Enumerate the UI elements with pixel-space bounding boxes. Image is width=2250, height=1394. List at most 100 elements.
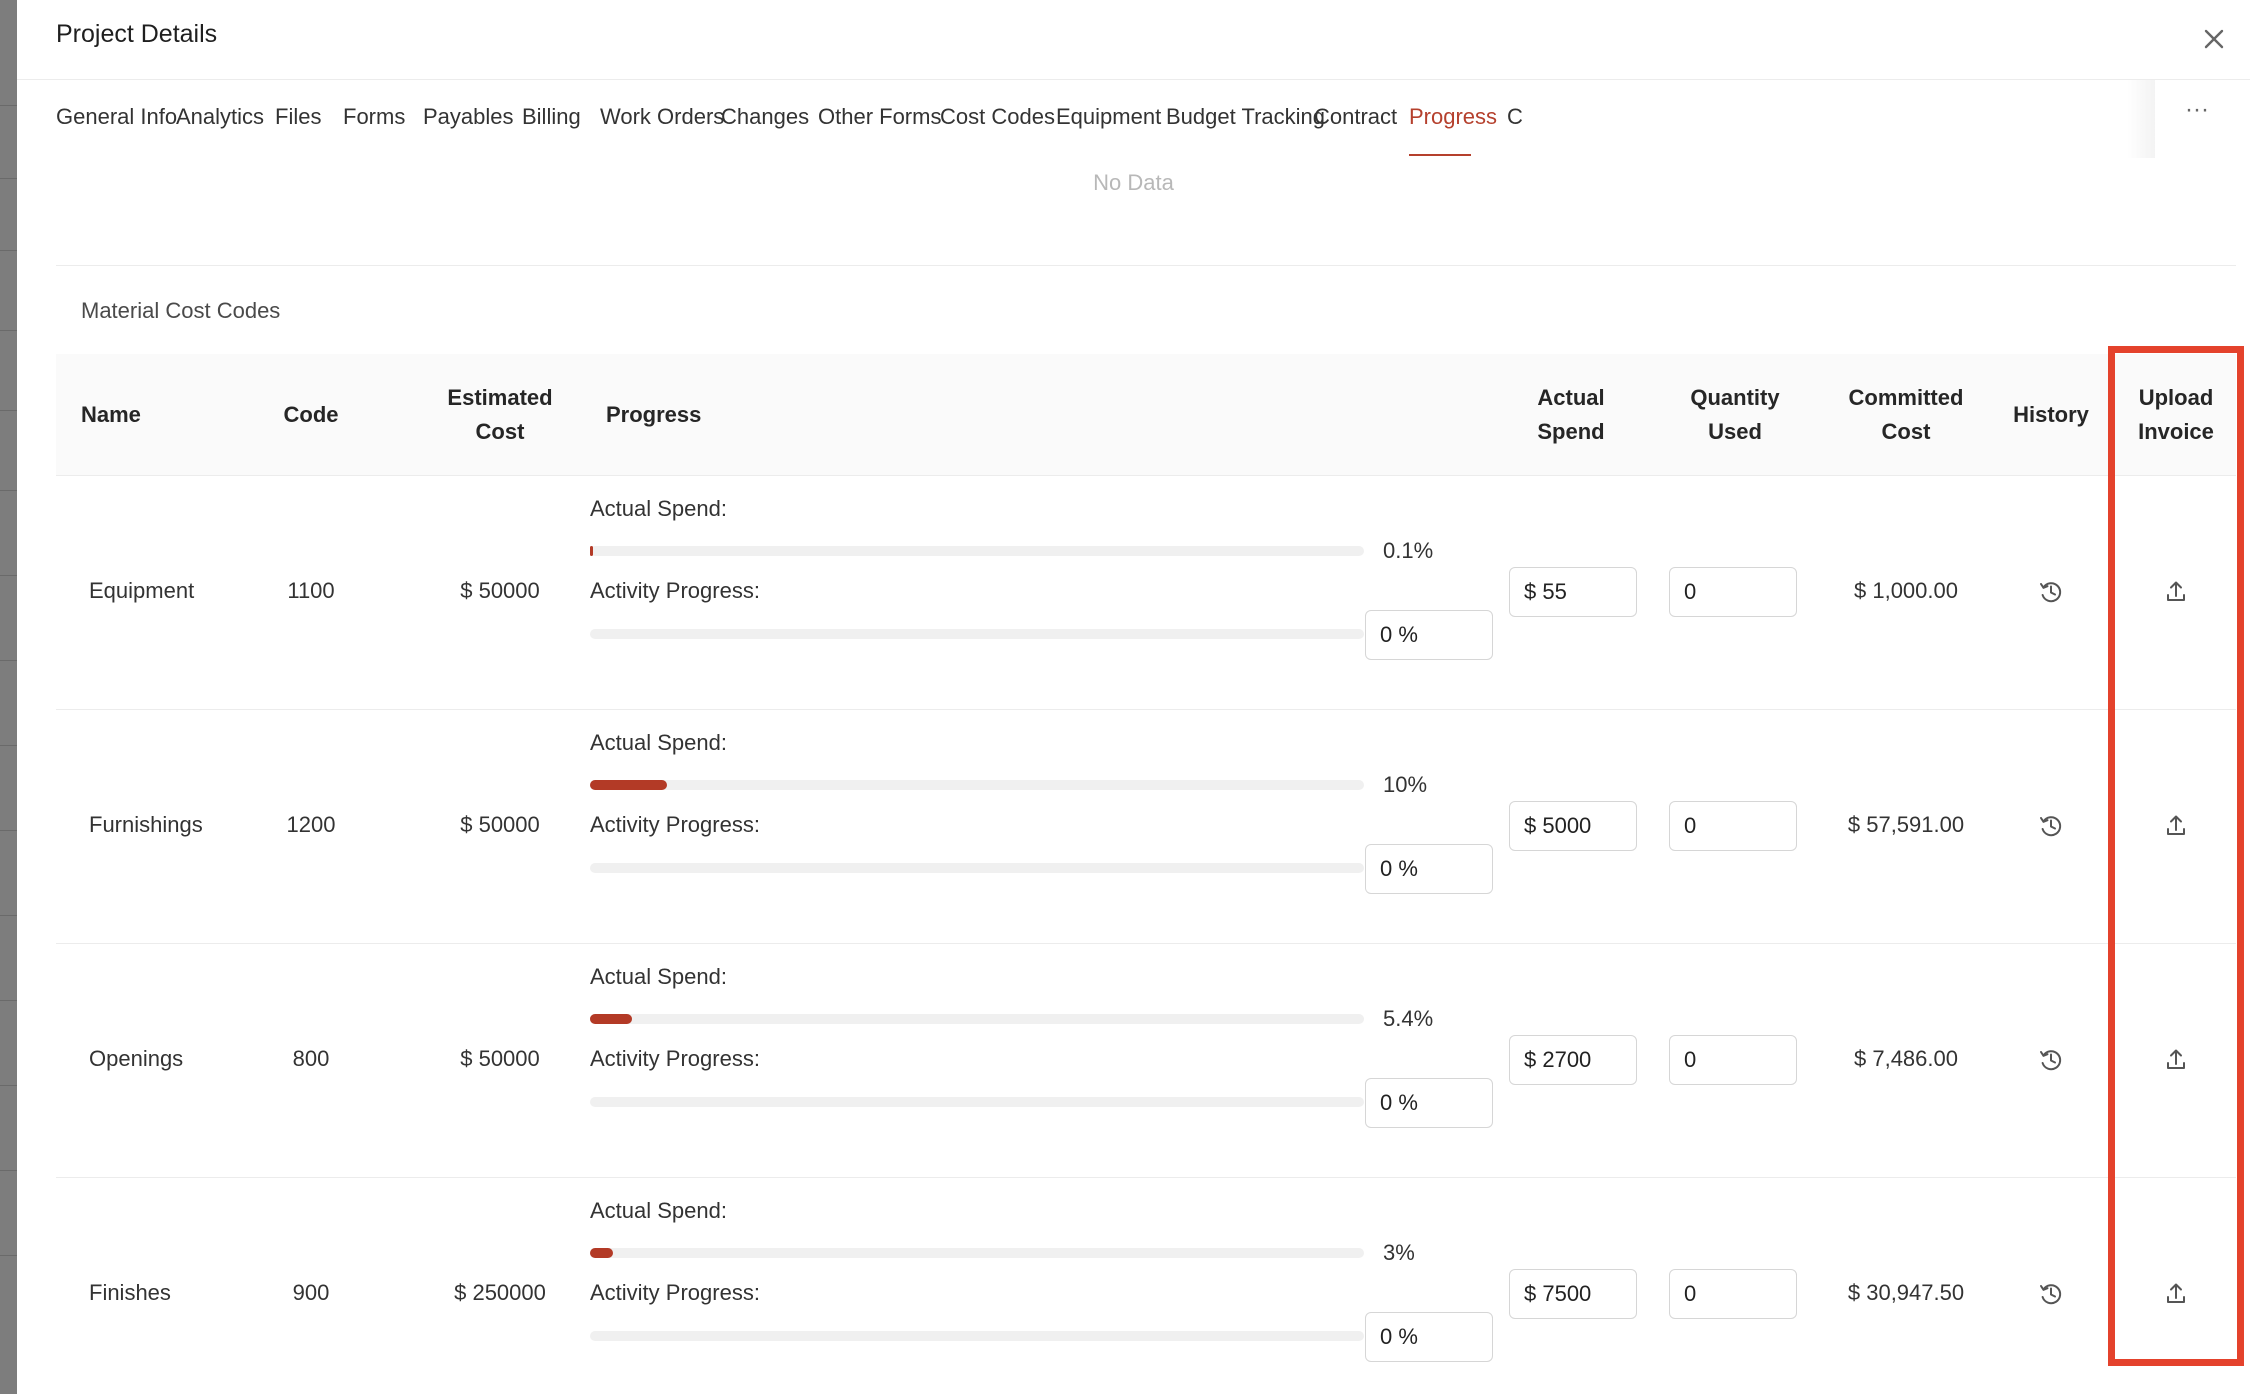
activity-progress-label: Activity Progress: (590, 812, 760, 837)
empty-state: No Data (1093, 170, 1174, 195)
history-icon (2040, 1284, 2062, 1305)
actual-spend-progress-fill (590, 780, 668, 790)
tab-billing[interactable]: Billing (522, 104, 581, 130)
activity-progress-label: Activity Progress: (590, 578, 760, 603)
actual-spend-progress-fill (590, 1014, 632, 1024)
actual-spend-progress-bar (590, 1248, 1364, 1258)
actual-spend-label: Actual Spend: (590, 964, 727, 989)
tab-forms[interactable]: Forms (343, 104, 405, 130)
table-header: Name Code Estimated Cost Progress Actual… (56, 354, 2236, 476)
actual-spend-input[interactable]: $ 7500 (1509, 1269, 1637, 1319)
section-divider (56, 265, 2236, 266)
row-committed-cost: $ 1,000.00 (1854, 578, 1958, 603)
tab-analytics[interactable]: Analytics (176, 104, 264, 130)
project-details-modal: Project Details C Progress Contract Budget … (17, 0, 2250, 1394)
activity-progress-input[interactable]: 0 % (1365, 1312, 1493, 1362)
actual-spend-progress-bar (590, 546, 1364, 556)
column-header-name: Name (81, 402, 141, 427)
row-code: 800 (292, 1046, 330, 1071)
tab-contract[interactable]: Contract (1314, 104, 1397, 130)
tab-equipment[interactable]: Equipment (1056, 104, 1161, 130)
upload-icon (2167, 1283, 2185, 1303)
row-name: Furnishings (89, 812, 203, 837)
row-estimated-cost: $ 250000 (454, 1280, 546, 1305)
row-committed-cost: $ 57,591.00 (1847, 812, 1965, 837)
activity-progress-input[interactable]: 0 % (1365, 1078, 1493, 1128)
tab-general-info[interactable]: General Info (56, 104, 177, 130)
activity-progress-label: Activity Progress: (590, 1046, 760, 1071)
upload-invoice-button[interactable] (2159, 575, 2193, 609)
actual-spend-input[interactable]: $ 55 (1509, 567, 1637, 617)
active-tab-indicator (1409, 154, 1471, 156)
column-header-upload-invoice: Upload Invoice (2138, 385, 2214, 444)
close-icon (2204, 29, 2224, 49)
tab-budget-tracking[interactable]: Budget Tracking (1166, 104, 1325, 130)
row-committed-cost: $ 7,486.00 (1854, 1046, 1958, 1071)
row-name: Finishes (89, 1280, 171, 1305)
history-button[interactable] (2034, 1043, 2068, 1077)
history-icon (2040, 816, 2062, 837)
tab-other-forms[interactable]: Other Forms (818, 104, 941, 130)
tab-more-button[interactable]: ··· (2177, 80, 2217, 140)
column-header-committed-cost: Committed Cost (1848, 385, 1964, 444)
upload-invoice-button[interactable] (2159, 809, 2193, 843)
quantity-used-input[interactable]: 0 (1669, 1269, 1797, 1319)
actual-spend-input[interactable]: $ 2700 (1509, 1035, 1637, 1085)
upload-icon (2167, 815, 2185, 835)
actual-spend-input[interactable]: $ 5000 (1509, 801, 1637, 851)
upload-invoice-button[interactable] (2159, 1277, 2193, 1311)
tab-c[interactable]: C (1507, 104, 1523, 130)
quantity-used-input[interactable]: 0 (1669, 1035, 1797, 1085)
tab-bar: C Progress Contract Budget Tracking Equipmen… (17, 80, 2209, 158)
upload-icon (2167, 1049, 2185, 1069)
column-header-estimated-cost: Estimated Cost (447, 385, 553, 444)
column-header-progress: Progress (606, 402, 702, 427)
history-button[interactable] (2034, 1277, 2068, 1311)
upload-invoice-button[interactable] (2159, 1043, 2193, 1077)
page-backdrop (0, 0, 18, 1394)
upload-icon (2167, 581, 2185, 601)
quantity-used-input[interactable]: 0 (1669, 801, 1797, 851)
row-estimated-cost: $ 50000 (460, 812, 540, 837)
activity-progress-bar (590, 1331, 1364, 1341)
activity-progress-bar (590, 863, 1364, 873)
row-estimated-cost: $ 50000 (460, 1046, 540, 1071)
tab-changes[interactable]: Changes (721, 104, 809, 130)
row-code: 1100 (287, 578, 335, 603)
column-header-history: History (2013, 402, 2089, 427)
history-icon (2040, 582, 2062, 603)
table-row: Equipment 1100 $ 50000 Actual Spend: 0.1… (56, 476, 2236, 710)
row-code: 1200 (286, 812, 336, 837)
modal-header: Project Details (17, 0, 2250, 80)
row-committed-cost: $ 30,947.50 (1847, 1280, 1965, 1305)
history-button[interactable] (2034, 809, 2068, 843)
actual-spend-progress-bar (590, 780, 1364, 790)
activity-progress-label: Activity Progress: (590, 1280, 760, 1305)
tab-progress[interactable]: Progress (1409, 104, 1497, 130)
tab-files[interactable]: Files (275, 104, 321, 130)
activity-progress-bar (590, 1097, 1364, 1107)
tab-cost-codes[interactable]: Cost Codes (940, 104, 1055, 130)
table-row: Openings 800 $ 50000 Actual Spend: 5.4% … (56, 944, 2236, 1178)
activity-progress-input[interactable]: 0 % (1365, 844, 1493, 894)
actual-spend-progress-fill (590, 1248, 614, 1258)
history-button[interactable] (2034, 575, 2068, 609)
tab-work-orders[interactable]: Work Orders (600, 104, 724, 130)
actual-spend-progress-fill (590, 546, 593, 556)
quantity-used-input[interactable]: 0 (1669, 567, 1797, 617)
tab-payables[interactable]: Payables (423, 104, 514, 130)
actual-spend-label: Actual Spend: (590, 496, 727, 521)
table-row: Furnishings 1200 $ 50000 Actual Spend: 1… (56, 710, 2236, 944)
actual-spend-label: Actual Spend: (590, 730, 727, 755)
activity-progress-input[interactable]: 0 % (1365, 610, 1493, 660)
row-name: Openings (89, 1046, 184, 1071)
section-title: Material Cost Codes (81, 298, 281, 323)
close-button[interactable] (2197, 22, 2231, 56)
history-icon (2040, 1050, 2062, 1071)
actual-spend-percent: 0.1% (1383, 538, 1434, 563)
actual-spend-percent: 5.4% (1383, 1006, 1434, 1031)
actual-spend-percent: 10% (1383, 772, 1428, 797)
row-estimated-cost: $ 50000 (460, 578, 540, 603)
modal-title: Project Details (56, 20, 218, 48)
column-header-quantity-used: Quantity Used (1690, 385, 1780, 444)
